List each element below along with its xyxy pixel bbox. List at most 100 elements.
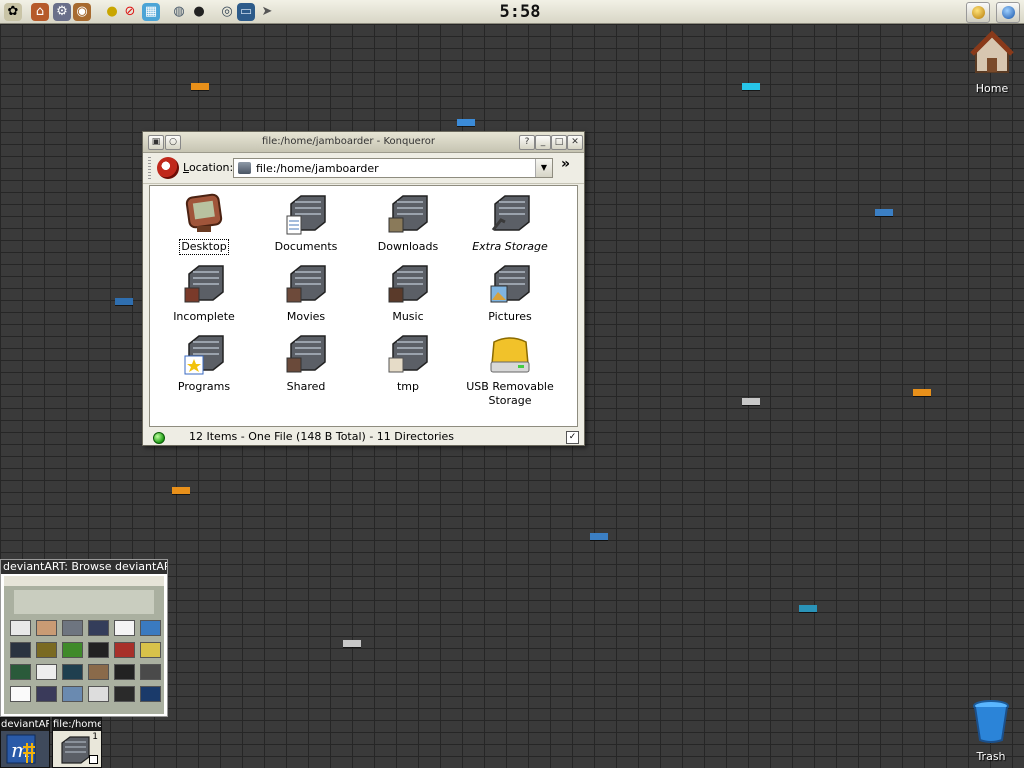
help-button[interactable]: ? (519, 135, 535, 150)
preview-content (4, 576, 164, 714)
window-menu-button[interactable]: ▣ (148, 135, 164, 150)
preview-thumb (114, 686, 135, 702)
preview-thumb (36, 620, 57, 636)
task-label: deviantART (1, 718, 49, 731)
desktop-brick (457, 119, 475, 126)
toolbar-extension-button[interactable]: » (561, 156, 570, 172)
file-item-extra-storage[interactable]: Extra Storage (460, 192, 560, 254)
desktop-icon (185, 193, 223, 232)
stop-icon[interactable]: ⊘ (121, 3, 139, 21)
logout-icon (1001, 6, 1015, 19)
panel-clock[interactable]: 5:58 (492, 2, 548, 22)
link-view-checkbox[interactable]: ✓ (566, 431, 579, 444)
preview-toolbar (4, 576, 164, 586)
file-item-name: Downloads (377, 240, 439, 253)
documents-folder-icon (286, 195, 326, 235)
file-item-name: Music (392, 310, 424, 323)
toolbar-grip-handle[interactable] (148, 157, 151, 179)
settings-icon[interactable]: ⚙ (53, 3, 71, 21)
taskbar-item-deviantart[interactable]: deviantART m (0, 717, 50, 768)
file-item-name: Programs (177, 380, 231, 393)
tmp-folder-icon (388, 335, 428, 373)
preview-thumb (140, 620, 161, 636)
preview-thumb (114, 620, 135, 636)
window-preview-thumbnail[interactable]: deviantART: Browse deviantART (0, 559, 168, 717)
file-item-name: Documents (274, 240, 338, 253)
minimize-button[interactable]: _ (535, 135, 551, 150)
file-item-pictures[interactable]: Pictures (460, 262, 560, 324)
preview-thumb (88, 620, 109, 636)
home-icon (970, 30, 1014, 73)
status-bar: 12 Items - One File (148 B Total) - 11 D… (143, 429, 584, 445)
location-toolbar: Location: file:/home/jamboarder ▼ » (143, 153, 584, 184)
file-item-usb-removable-storage[interactable]: USB Removable Storage (460, 332, 560, 408)
close-button[interactable]: ✕ (567, 135, 583, 150)
folder-icon (61, 736, 90, 764)
window-titlebar[interactable]: ▣ ○ file:/home/jamboarder - Konqueror ? … (143, 132, 584, 153)
file-item-programs[interactable]: Programs (154, 332, 254, 394)
home-folder-icon[interactable]: ⌂ (31, 3, 49, 21)
konqueror-logo-icon[interactable] (157, 157, 179, 179)
preview-thumb (10, 642, 31, 658)
file-item-name: USB Removable Storage (466, 380, 554, 407)
desktop-home-shortcut[interactable]: Home (962, 30, 1022, 95)
music-folder-icon (388, 265, 428, 303)
location-dropdown-button[interactable]: ▼ (535, 159, 552, 177)
screen-icon[interactable]: ▭ (237, 3, 255, 21)
pictures-folder-icon (490, 265, 530, 303)
task-desktop-number: 1 (92, 732, 98, 742)
kde-menu-icon[interactable]: ✿ (4, 3, 22, 21)
desktop-brick (799, 605, 817, 612)
preview-thumb (10, 664, 31, 680)
preview-thumb (114, 664, 135, 680)
file-item-name: Extra Storage (472, 240, 548, 253)
preview-thumb (62, 686, 83, 702)
desktop-brick (913, 389, 931, 396)
eye-icon[interactable]: ◉ (73, 3, 91, 21)
file-item-incomplete[interactable]: Incomplete (154, 262, 254, 324)
sticky-button[interactable]: ○ (165, 135, 181, 150)
ball-icon[interactable]: ● (190, 3, 208, 21)
file-item-documents[interactable]: Documents (256, 192, 356, 254)
preview-header (14, 590, 154, 614)
preview-thumb (10, 686, 31, 702)
preview-thumb (140, 642, 161, 658)
location-label: Location: (183, 161, 234, 174)
desktop-brick (191, 83, 209, 90)
desktop-brick (115, 298, 133, 305)
file-item-music[interactable]: Music (358, 262, 458, 324)
file-item-name: tmp (396, 380, 419, 393)
konqueror-window: ▣ ○ file:/home/jamboarder - Konqueror ? … (142, 131, 585, 446)
task-restore-icon (89, 755, 98, 764)
preview-thumb (62, 620, 83, 636)
file-item-desktop[interactable]: Desktop (154, 192, 254, 255)
location-input[interactable]: file:/home/jamboarder ▼ (233, 158, 553, 178)
file-item-shared[interactable]: Shared (256, 332, 356, 394)
location-value[interactable]: file:/home/jamboarder (256, 162, 379, 175)
programs-folder-icon (184, 335, 224, 375)
file-item-tmp[interactable]: tmp (358, 332, 458, 394)
preview-thumb (62, 642, 83, 658)
maximize-button[interactable]: □ (551, 135, 567, 150)
taskbar-item-konqueror[interactable]: file:/home 1 (52, 717, 102, 768)
file-item-name: Shared (286, 380, 326, 393)
preview-thumb (62, 664, 83, 680)
status-text: 12 Items - One File (148 B Total) - 11 D… (189, 430, 455, 443)
paper-plane-icon[interactable]: ➤ (258, 3, 276, 21)
desktop-trash-shortcut[interactable]: Trash (961, 700, 1021, 763)
bulb-icon[interactable]: ● (103, 3, 121, 21)
file-icon-view[interactable]: Desktop Documents Downloads Extra Storag… (149, 185, 578, 427)
file-item-downloads[interactable]: Downloads (358, 192, 458, 254)
desktop-brick (742, 83, 760, 90)
preview-thumb (140, 686, 161, 702)
file-item-movies[interactable]: Movies (256, 262, 356, 324)
globe-icon[interactable]: ◍ (170, 3, 188, 21)
network-icon[interactable]: ▦ (142, 3, 160, 21)
incomplete-folder-icon (184, 265, 224, 303)
lock-screen-button[interactable] (966, 2, 990, 23)
eye2-icon[interactable]: ◎ (218, 3, 236, 21)
logout-button[interactable] (996, 2, 1020, 23)
preview-thumb (88, 686, 109, 702)
top-panel: ✿ ⌂ ⚙ ◉ ● ⊘ ▦ ◍ ● ◎ ▭ ➤ 5:58 (0, 0, 1024, 24)
preview-thumb (10, 620, 31, 636)
